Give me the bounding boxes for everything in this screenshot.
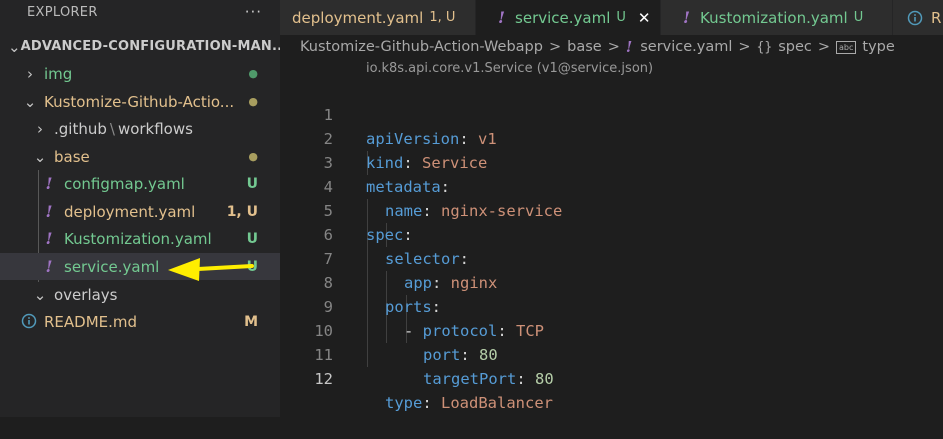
tab-deployment[interactable]: deployment.yaml 1, U (280, 0, 476, 35)
code-line: 9 - protocol: TCP (280, 271, 943, 340)
chevron-right-icon: > (817, 39, 831, 55)
tree-item-label: Kustomize-Github-Actio... (44, 92, 235, 111)
code-line: 3 metadata: (280, 127, 943, 196)
code-line: 11 targetPort: 80 (280, 319, 943, 388)
tab-badge: 1, U (429, 10, 456, 25)
tree-item-label: img (44, 64, 73, 83)
info-icon (20, 313, 38, 331)
tab-label: Kustomization.yaml (700, 8, 848, 27)
yaml-icon: ! (498, 8, 506, 27)
tab-label: service.yaml (515, 8, 611, 27)
yaml-number: 80 (535, 370, 554, 388)
tree-item-label: Kustomization.yaml (64, 229, 212, 248)
tree-item-label: configmap.yaml (64, 174, 185, 193)
tree-item-img[interactable]: › img ● (0, 60, 280, 87)
schema-codelens[interactable]: io.k8s.api.core.v1.Service (v1@service.j… (366, 61, 653, 76)
breadcrumb: Kustomize-Github-Action-Webapp > base > … (280, 35, 943, 59)
code-line-current: 12 type: LoadBalancer (280, 343, 943, 412)
yaml-colon: : (422, 394, 441, 412)
status-dot: ● (248, 150, 258, 163)
tree-item-readme[interactable]: README.md M (0, 308, 280, 335)
chevron-down-icon: ⌄ (33, 285, 47, 304)
explorer-header: EXPLORER ··· (0, 0, 280, 24)
chevron-right-icon: › (37, 119, 43, 138)
editor-tab-bar: deployment.yaml 1, U ! service.yaml U ✕ … (280, 0, 943, 35)
chevron-down-icon: ⌄ (8, 37, 21, 56)
status-badge: 1, U (226, 203, 258, 220)
code-line: 8 ports: (280, 247, 943, 316)
status-badge: M (244, 313, 258, 330)
tree-item-label: overlays (54, 285, 118, 304)
tree-item-base[interactable]: ⌄ base ● (0, 143, 280, 170)
more-actions-icon[interactable]: ··· (245, 3, 262, 21)
code-line: 4 name: nginx-service (280, 151, 943, 220)
object-symbol-icon: {} (756, 39, 773, 55)
yaml-icon: ! (45, 229, 53, 248)
yaml-key: targetPort (423, 370, 517, 388)
status-badge: U (246, 230, 258, 247)
code-editor[interactable]: io.k8s.api.core.v1.Service (v1@service.j… (280, 59, 943, 417)
tab-readme[interactable]: R (893, 0, 943, 35)
tree-item-label-2: workflows (117, 119, 193, 138)
chevron-right-icon: > (738, 39, 751, 55)
yaml-icon: ! (683, 8, 691, 27)
explorer-title: EXPLORER (27, 4, 98, 20)
chevron-down-icon: ⌄ (33, 147, 47, 166)
status-dot: ● (248, 95, 258, 108)
close-icon[interactable]: ✕ (638, 9, 651, 27)
code-line: 10 port: 80 (280, 295, 943, 364)
yaml-icon: ! (625, 38, 633, 56)
tree-item-label: .github (54, 119, 107, 138)
code-line: 5 spec: (280, 175, 943, 244)
yaml-icon: ! (45, 257, 53, 276)
root-folder-row[interactable]: ⌄ ADVANCED-CONFIGURATION-MAN... (0, 33, 280, 60)
explorer-sidebar: EXPLORER ··· ⌄ ADVANCED-CONFIGURATION-MA… (0, 0, 280, 417)
status-dot: ● (248, 67, 258, 80)
code-line: 2 kind: Service (280, 103, 943, 172)
tree-item-configmap[interactable]: ! configmap.yaml U (0, 170, 280, 197)
tree-item-label: deployment.yaml (64, 202, 196, 221)
tree-item-deployment[interactable]: ! deployment.yaml 1, U (0, 198, 280, 225)
breadcrumb-item-folder[interactable]: Kustomize-Github-Action-Webapp (300, 39, 543, 55)
chevron-right-icon: > (607, 39, 620, 55)
yaml-icon: ! (45, 174, 53, 193)
breadcrumb-item-file[interactable]: service.yaml (640, 39, 732, 55)
yaml-colon: : (516, 370, 535, 388)
yaml-value: LoadBalancer (441, 394, 553, 412)
status-badge: U (246, 175, 258, 192)
tree-item-label: base (54, 147, 90, 166)
line-number: 12 (314, 370, 333, 388)
yaml-key: type (385, 394, 423, 412)
tree-item-kustomization[interactable]: ! Kustomization.yaml U (0, 225, 280, 252)
string-symbol-icon: abc (836, 40, 857, 54)
chevron-right-icon: > (548, 39, 562, 55)
code-line: 7 app: nginx (280, 223, 943, 292)
tree-item-kustomize-folder[interactable]: ⌄ Kustomize-Github-Actio... ● (0, 88, 280, 115)
tab-badge: U (616, 10, 626, 25)
breadcrumb-item-spec[interactable]: spec (778, 39, 812, 55)
info-icon (907, 10, 923, 26)
tree-item-label: service.yaml (64, 257, 160, 276)
tab-label: deployment.yaml (292, 8, 424, 27)
tree-item-overlays[interactable]: ⌄ overlays (0, 281, 280, 308)
path-separator: \ (109, 119, 115, 138)
tab-label: R (931, 8, 942, 27)
breadcrumb-item-base[interactable]: base (567, 39, 602, 55)
root-folder-label: ADVANCED-CONFIGURATION-MAN... (20, 39, 280, 54)
tree-item-label: README.md (44, 312, 138, 331)
code-line: 6 selector: (280, 199, 943, 268)
tree-item-service[interactable]: ! service.yaml U (0, 253, 280, 280)
tab-service[interactable]: ! service.yaml U ✕ (476, 0, 661, 35)
chevron-right-icon: › (27, 64, 33, 83)
tree-item-github-workflows[interactable]: › .github \ workflows (0, 115, 280, 142)
code-line: 1 apiVersion: v1 (280, 79, 943, 148)
status-badge: U (246, 258, 258, 275)
chevron-down-icon: ⌄ (23, 92, 37, 111)
yaml-icon: ! (45, 202, 53, 221)
breadcrumb-item-type[interactable]: type (862, 39, 894, 55)
tab-badge: U (853, 10, 864, 25)
tab-kustomization[interactable]: ! Kustomization.yaml U (661, 0, 893, 35)
